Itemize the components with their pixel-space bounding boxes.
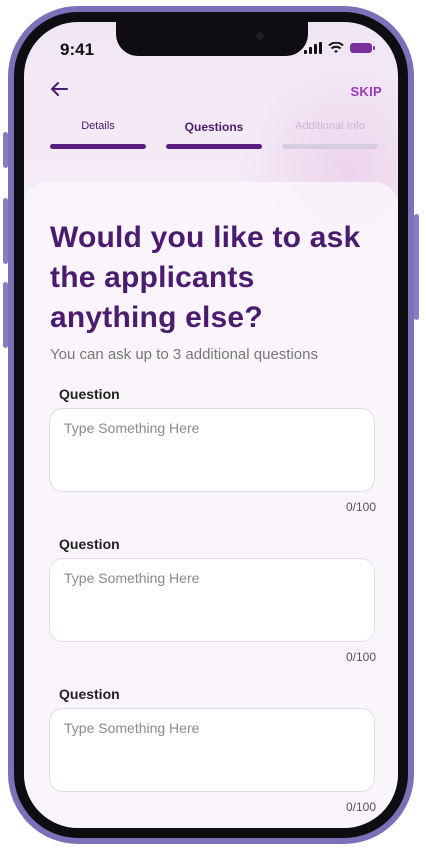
- step-label: Details: [81, 120, 115, 132]
- step-questions[interactable]: Questions: [166, 120, 262, 149]
- char-counter: 0/100: [345, 650, 376, 664]
- page-title: Would you like to ask the applicants any…: [50, 221, 361, 334]
- progress-steps: Details Questions Additional Info: [50, 120, 378, 149]
- wifi-icon: [328, 42, 344, 53]
- question-input-1[interactable]: Type Something Here: [49, 408, 375, 492]
- camera-icon: [256, 32, 264, 40]
- battery-icon: [350, 43, 375, 53]
- question-label: Question: [59, 686, 120, 702]
- signal-icon: [304, 42, 322, 54]
- question-input-3[interactable]: Type Something Here: [49, 708, 375, 792]
- question-input-2[interactable]: Type Something Here: [49, 558, 375, 642]
- step-details[interactable]: Details: [50, 120, 146, 149]
- phone-side-button-right: [414, 214, 419, 320]
- notch: [116, 22, 308, 56]
- step-label: Additional Info: [295, 120, 365, 132]
- step-bar: [282, 144, 378, 149]
- step-additional-info[interactable]: Additional Info: [282, 120, 378, 149]
- step-bar: [50, 144, 146, 149]
- step-bar: [166, 144, 262, 149]
- question-label: Question: [59, 386, 120, 402]
- char-counter: 0/100: [345, 800, 376, 814]
- question-label: Question: [59, 536, 120, 552]
- char-counter: 0/100: [345, 500, 376, 514]
- status-icons: [304, 42, 375, 54]
- skip-button[interactable]: SKIP: [350, 84, 382, 99]
- phone-screen: 9:41 SKIP Details Questions Additional I…: [24, 22, 398, 828]
- status-time: 9:41: [60, 40, 95, 59]
- page-subtitle: You can ask up to 3 additional questions: [50, 346, 318, 363]
- step-label: Questions: [184, 120, 244, 134]
- back-arrow-icon[interactable]: [48, 78, 72, 102]
